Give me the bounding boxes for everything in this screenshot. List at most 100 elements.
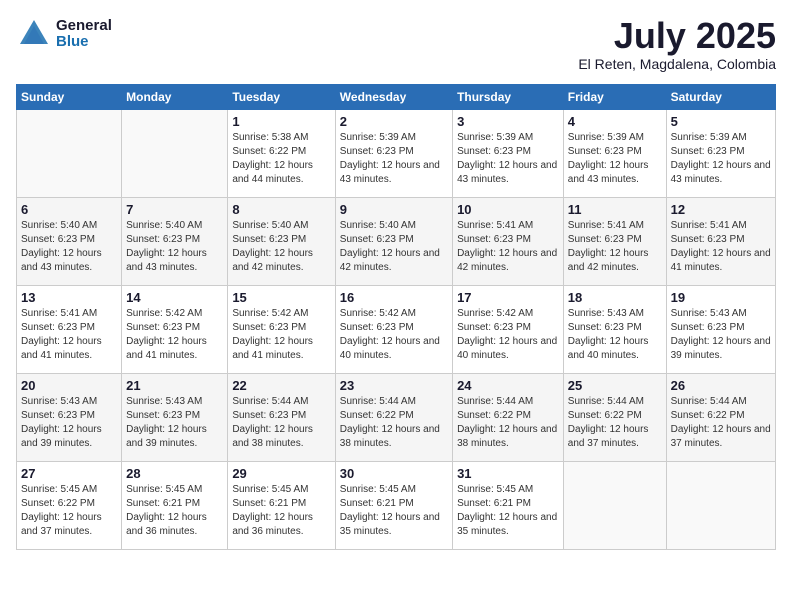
table-row: 8 Sunrise: 5:40 AMSunset: 6:23 PMDaylight… <box>228 197 335 285</box>
table-row <box>666 461 775 549</box>
day-info: Sunrise: 5:44 AMSunset: 6:22 PMDaylight:… <box>568 395 662 451</box>
table-row: 31Sunrise: 5:45 AMSunset: 6:21 PMDayligh… <box>453 461 564 549</box>
table-row: 23 Sunrise: 5:44 AMSunset: 6:22 PMDayligh… <box>335 373 452 461</box>
day-number: 4 <box>568 114 662 129</box>
day-info: Sunrise: 5:41 AMSunset: 6:23 PMDaylight:… <box>671 219 771 275</box>
day-number: 23 <box>340 378 448 393</box>
day-info: Sunrise: 5:41 AMSunset: 6:23 PMDaylight:… <box>457 219 559 275</box>
header-friday: Friday <box>563 84 666 109</box>
calendar-week-row: 20Sunrise: 5:43 AMSunset: 6:23 PMDayligh… <box>17 373 776 461</box>
table-row: 20Sunrise: 5:43 AMSunset: 6:23 PMDayligh… <box>17 373 122 461</box>
calendar-table: Sunday Monday Tuesday Wednesday Thursday… <box>16 84 776 550</box>
day-number: 19 <box>671 290 771 305</box>
day-info: Sunrise: 5:40 AMSunset: 6:23 PMDaylight:… <box>340 219 448 275</box>
day-info: Sunrise: 5:40 AMSunset: 6:23 PMDaylight:… <box>232 219 330 275</box>
table-row: 26Sunrise: 5:44 AMSunset: 6:22 PMDayligh… <box>666 373 775 461</box>
day-info: Sunrise: 5:45 AMSunset: 6:21 PMDaylight:… <box>126 483 223 539</box>
table-row: 4 Sunrise: 5:39 AMSunset: 6:23 PMDaylight… <box>563 109 666 197</box>
day-info: Sunrise: 5:44 AMSunset: 6:23 PMDaylight:… <box>232 395 330 451</box>
day-info: Sunrise: 5:45 AMSunset: 6:22 PMDaylight:… <box>21 483 117 539</box>
day-info: Sunrise: 5:39 AMSunset: 6:23 PMDaylight:… <box>568 131 662 187</box>
day-number: 5 <box>671 114 771 129</box>
table-row: 24 Sunrise: 5:44 AMSunset: 6:22 PMDayligh… <box>453 373 564 461</box>
day-number: 28 <box>126 466 223 481</box>
table-row: 2Sunrise: 5:39 AMSunset: 6:23 PMDaylight… <box>335 109 452 197</box>
day-number: 30 <box>340 466 448 481</box>
table-row: 16 Sunrise: 5:42 AMSunset: 6:23 PMDayligh… <box>335 285 452 373</box>
header-monday: Monday <box>122 84 228 109</box>
day-info: Sunrise: 5:44 AMSunset: 6:22 PMDaylight:… <box>340 395 448 451</box>
table-row: 29Sunrise: 5:45 AMSunset: 6:21 PMDayligh… <box>228 461 335 549</box>
day-info: Sunrise: 5:45 AMSunset: 6:21 PMDaylight:… <box>340 483 448 539</box>
logo-blue-text: Blue <box>56 34 112 51</box>
day-number: 26 <box>671 378 771 393</box>
table-row: 11 Sunrise: 5:41 AMSunset: 6:23 PMDayligh… <box>563 197 666 285</box>
header-thursday: Thursday <box>453 84 564 109</box>
table-row: 21 Sunrise: 5:43 AMSunset: 6:23 PMDayligh… <box>122 373 228 461</box>
day-number: 25 <box>568 378 662 393</box>
day-number: 1 <box>232 114 330 129</box>
logo-icon <box>16 16 52 52</box>
table-row: 9 Sunrise: 5:40 AMSunset: 6:23 PMDaylight… <box>335 197 452 285</box>
day-number: 12 <box>671 202 771 217</box>
table-row: 22 Sunrise: 5:44 AMSunset: 6:23 PMDayligh… <box>228 373 335 461</box>
calendar-week-row: 13Sunrise: 5:41 AMSunset: 6:23 PMDayligh… <box>17 285 776 373</box>
table-row <box>563 461 666 549</box>
table-row: 28 Sunrise: 5:45 AMSunset: 6:21 PMDayligh… <box>122 461 228 549</box>
day-number: 17 <box>457 290 559 305</box>
header-wednesday: Wednesday <box>335 84 452 109</box>
day-info: Sunrise: 5:39 AMSunset: 6:23 PMDaylight:… <box>671 131 771 187</box>
day-number: 18 <box>568 290 662 305</box>
table-row: 5 Sunrise: 5:39 AMSunset: 6:23 PMDaylight… <box>666 109 775 197</box>
day-number: 7 <box>126 202 223 217</box>
calendar-week-row: 27 Sunrise: 5:45 AMSunset: 6:22 PMDayligh… <box>17 461 776 549</box>
day-number: 13 <box>21 290 117 305</box>
header-tuesday: Tuesday <box>228 84 335 109</box>
day-info: Sunrise: 5:43 AMSunset: 6:23 PMDaylight:… <box>671 307 771 363</box>
table-row: 27 Sunrise: 5:45 AMSunset: 6:22 PMDayligh… <box>17 461 122 549</box>
day-number: 16 <box>340 290 448 305</box>
day-info: Sunrise: 5:38 AMSunset: 6:22 PMDaylight:… <box>232 131 330 187</box>
day-number: 22 <box>232 378 330 393</box>
calendar-header: Sunday Monday Tuesday Wednesday Thursday… <box>17 84 776 109</box>
day-info: Sunrise: 5:42 AMSunset: 6:23 PMDaylight:… <box>232 307 330 363</box>
day-info: Sunrise: 5:42 AMSunset: 6:23 PMDaylight:… <box>340 307 448 363</box>
day-info: Sunrise: 5:45 AMSunset: 6:21 PMDaylight:… <box>232 483 330 539</box>
table-row: 19 Sunrise: 5:43 AMSunset: 6:23 PMDayligh… <box>666 285 775 373</box>
day-info: Sunrise: 5:42 AMSunset: 6:23 PMDaylight:… <box>457 307 559 363</box>
table-row: 6Sunrise: 5:40 AMSunset: 6:23 PMDaylight… <box>17 197 122 285</box>
day-number: 11 <box>568 202 662 217</box>
day-number: 3 <box>457 114 559 129</box>
day-number: 24 <box>457 378 559 393</box>
weekday-header-row: Sunday Monday Tuesday Wednesday Thursday… <box>17 84 776 109</box>
header-sunday: Sunday <box>17 84 122 109</box>
day-number: 21 <box>126 378 223 393</box>
table-row <box>17 109 122 197</box>
table-row: 30 Sunrise: 5:45 AMSunset: 6:21 PMDayligh… <box>335 461 452 549</box>
day-number: 15 <box>232 290 330 305</box>
table-row: 17 Sunrise: 5:42 AMSunset: 6:23 PMDayligh… <box>453 285 564 373</box>
logo-general-text: General <box>56 18 112 35</box>
table-row: 25 Sunrise: 5:44 AMSunset: 6:22 PMDayligh… <box>563 373 666 461</box>
day-info: Sunrise: 5:40 AMSunset: 6:23 PMDaylight:… <box>126 219 223 275</box>
day-info: Sunrise: 5:43 AMSunset: 6:23 PMDaylight:… <box>126 395 223 451</box>
table-row: 14Sunrise: 5:42 AMSunset: 6:23 PMDayligh… <box>122 285 228 373</box>
day-info: Sunrise: 5:41 AMSunset: 6:23 PMDaylight:… <box>568 219 662 275</box>
day-number: 9 <box>340 202 448 217</box>
page-header: General Blue July 2025 El Reten, Magdale… <box>16 16 776 72</box>
day-info: Sunrise: 5:44 AMSunset: 6:22 PMDaylight:… <box>457 395 559 451</box>
table-row: 3Sunrise: 5:39 AMSunset: 6:23 PMDaylight… <box>453 109 564 197</box>
day-info: Sunrise: 5:40 AMSunset: 6:23 PMDaylight:… <box>21 219 117 275</box>
logo: General Blue <box>16 16 112 52</box>
day-info: Sunrise: 5:43 AMSunset: 6:23 PMDaylight:… <box>21 395 117 451</box>
table-row: 12 Sunrise: 5:41 AMSunset: 6:23 PMDayligh… <box>666 197 775 285</box>
day-number: 27 <box>21 466 117 481</box>
day-number: 8 <box>232 202 330 217</box>
day-number: 31 <box>457 466 559 481</box>
month-year-title: July 2025 <box>578 16 776 56</box>
day-number: 10 <box>457 202 559 217</box>
day-info: Sunrise: 5:43 AMSunset: 6:23 PMDaylight:… <box>568 307 662 363</box>
calendar-week-row: 1 Sunrise: 5:38 AMSunset: 6:22 PMDaylight… <box>17 109 776 197</box>
table-row <box>122 109 228 197</box>
table-row: 7 Sunrise: 5:40 AMSunset: 6:23 PMDaylight… <box>122 197 228 285</box>
